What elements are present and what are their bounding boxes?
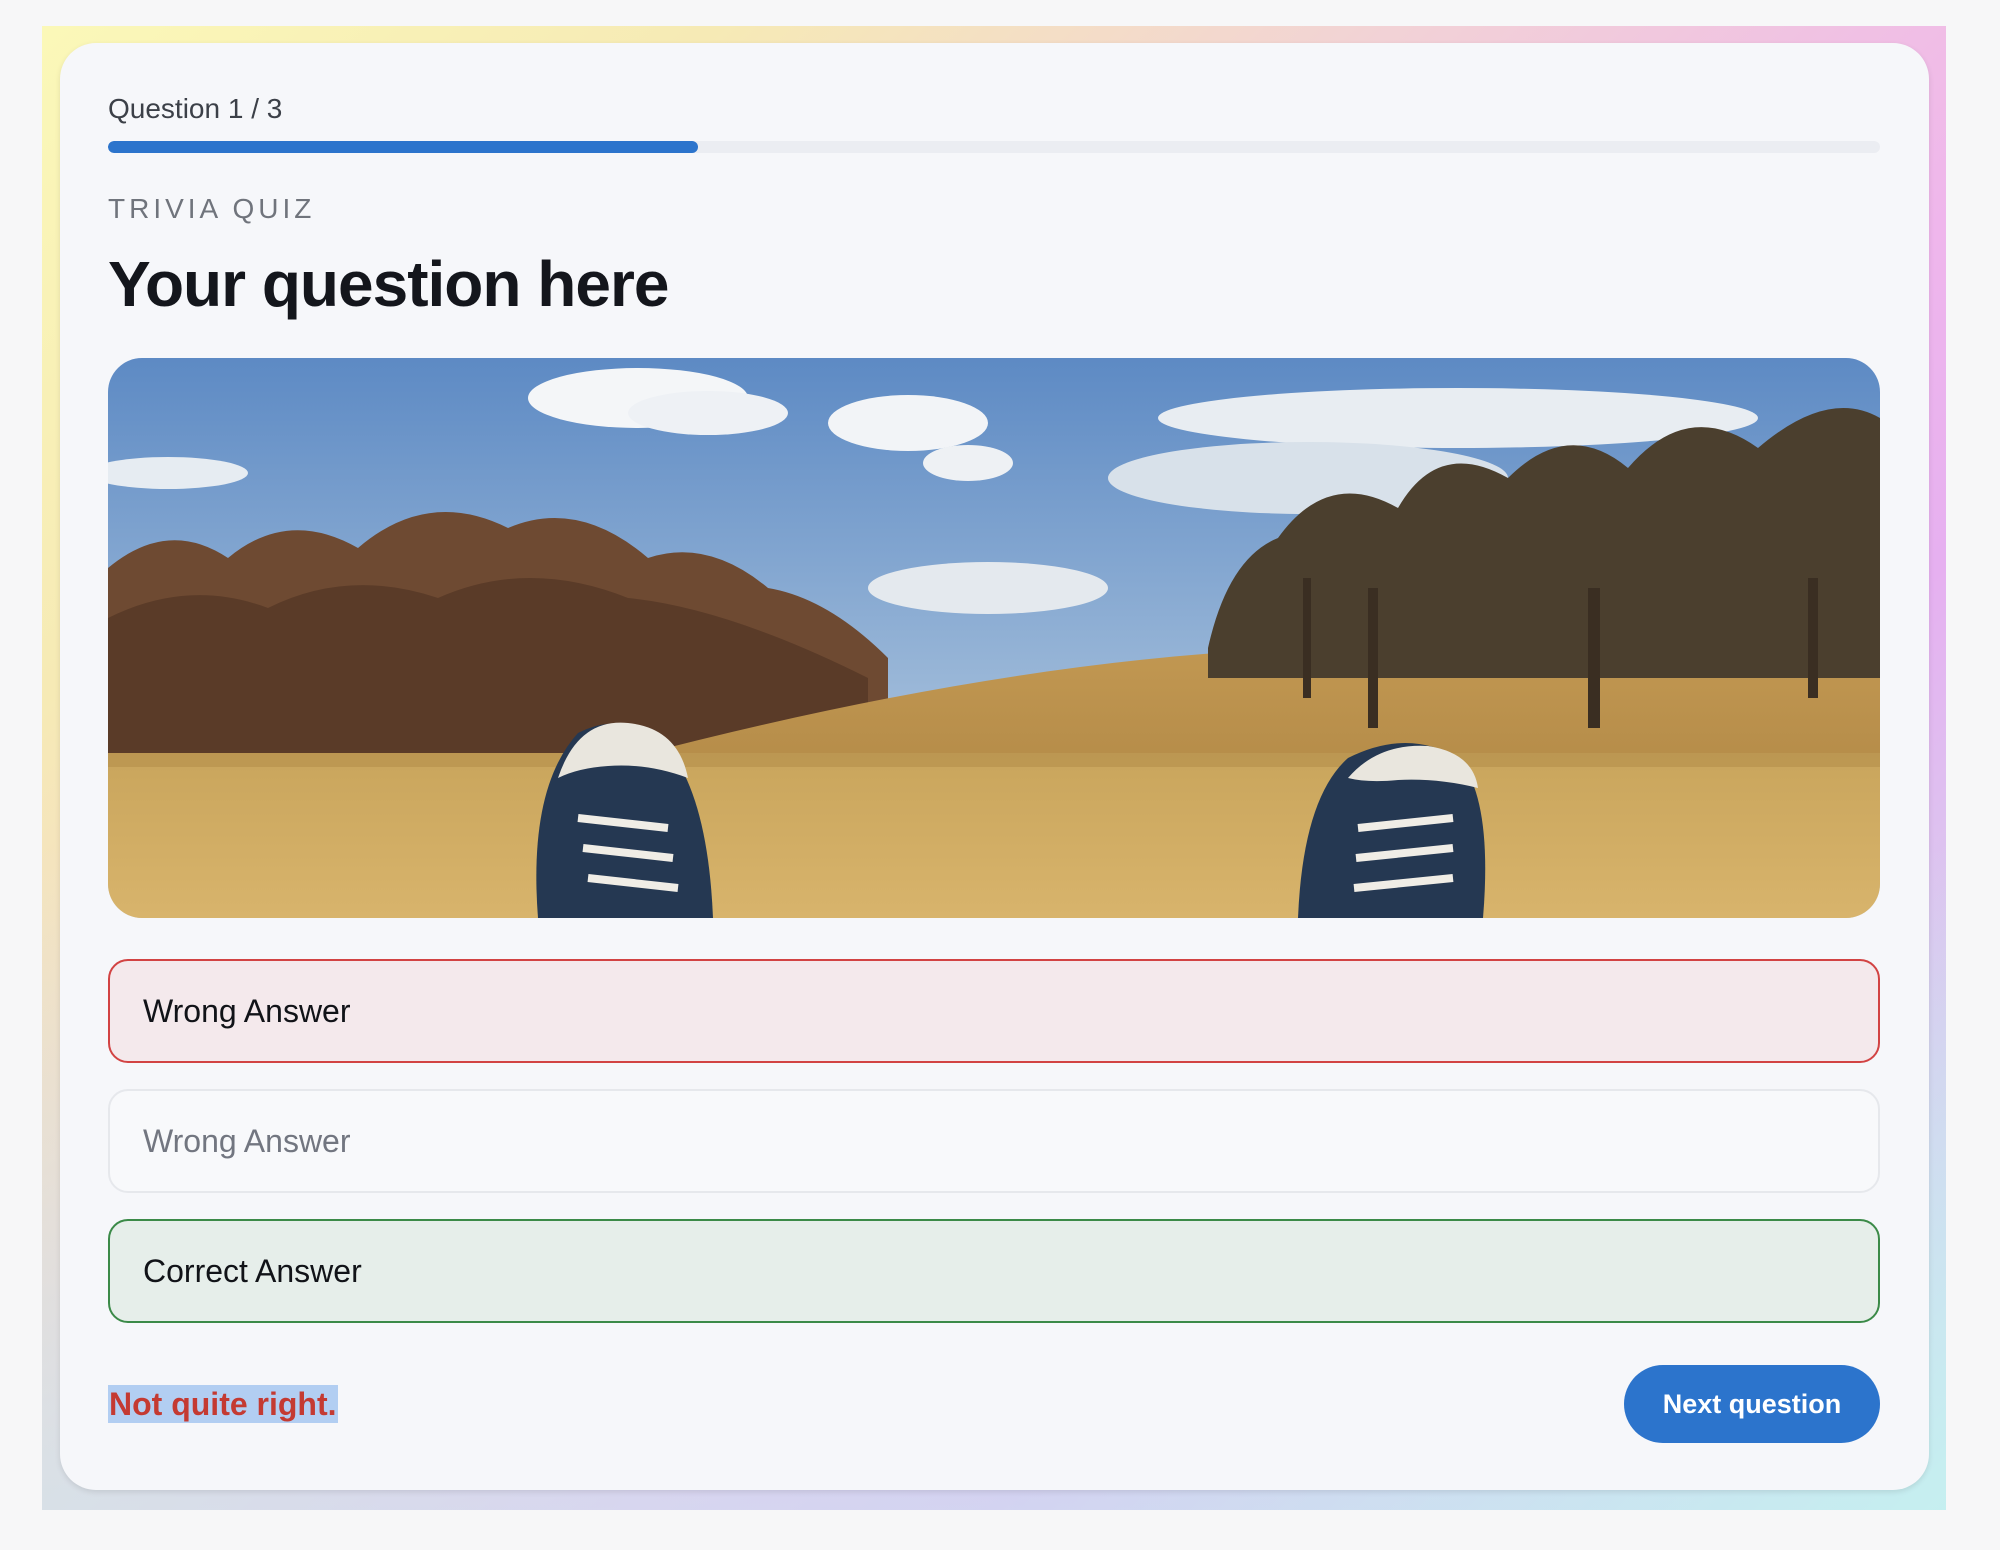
question-title: Your question here: [108, 248, 669, 320]
landscape-photo-icon: [108, 358, 1880, 918]
question-image: [108, 358, 1880, 918]
answer-option-2-label: Wrong Answer: [143, 1122, 351, 1159]
answer-option-3-label: Correct Answer: [143, 1252, 362, 1289]
answer-option-3[interactable]: Correct Answer: [108, 1219, 1880, 1323]
answer-option-1-label: Wrong Answer: [143, 992, 351, 1029]
progress-label: Question 1 / 3: [108, 93, 283, 124]
quiz-category: TRIVIA QUIZ: [108, 193, 316, 224]
answer-option-2[interactable]: Wrong Answer: [108, 1089, 1880, 1193]
next-question-button[interactable]: Next question: [1624, 1365, 1880, 1443]
progress-bar: [108, 141, 1880, 153]
answer-option-1[interactable]: Wrong Answer: [108, 959, 1880, 1063]
quiz-card: Question 1 / 3 TRIVIA QUIZ Your question…: [60, 43, 1929, 1490]
feedback-message: Not quite right.: [108, 1385, 338, 1423]
progress-fill: [108, 141, 699, 153]
